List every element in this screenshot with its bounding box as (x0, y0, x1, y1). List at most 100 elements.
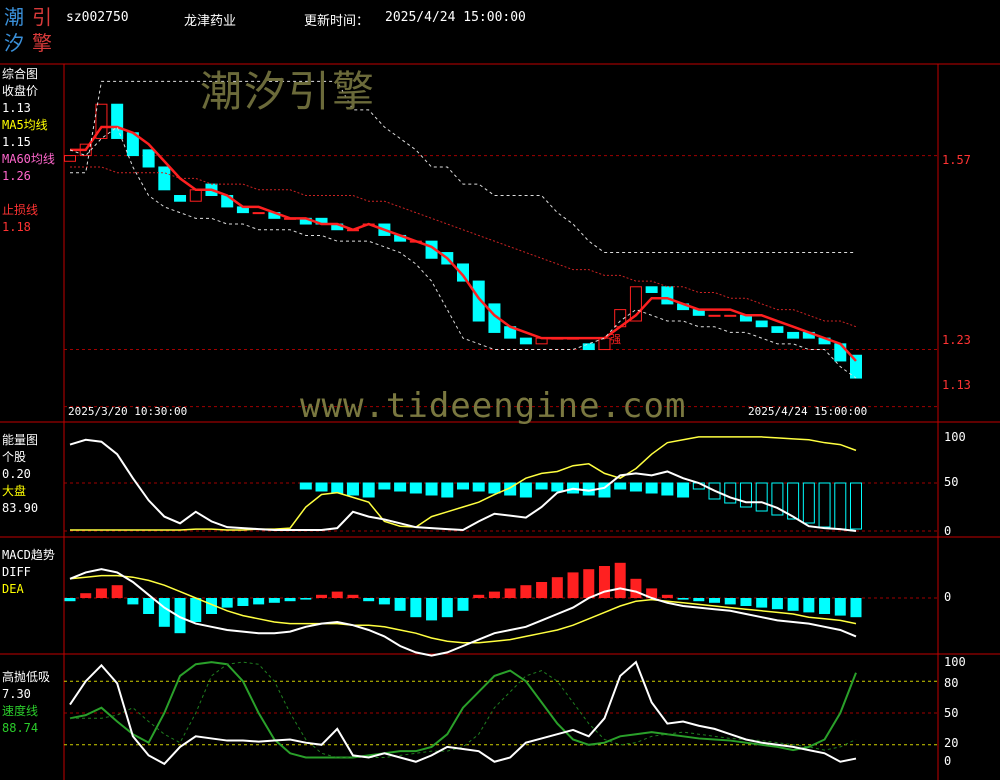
macd-bar-26 (473, 594, 485, 598)
macd-bar-13 (268, 598, 280, 603)
macd-bar-42 (724, 598, 736, 605)
macd-bar-43 (740, 598, 752, 606)
macd-bar-10 (221, 598, 233, 608)
energy-bar-21 (394, 482, 407, 492)
logo-char-1: 潮 (4, 5, 24, 29)
stock-energy-label: 个股 (2, 450, 27, 464)
diff-label: DIFF (2, 565, 31, 579)
macd-bar-4 (127, 598, 139, 605)
price-axis-label-2: 1.23 (942, 333, 971, 347)
macd-bar-18 (347, 594, 359, 598)
macd-bar-46 (787, 598, 799, 611)
macd-bar-31 (551, 577, 563, 598)
upper-stop-line (70, 80, 856, 254)
macd-bar-30 (536, 582, 548, 598)
macd-bar-15 (300, 598, 312, 600)
candle-38 (661, 286, 674, 305)
logo-char-3: 汐 (4, 31, 24, 55)
macd-bar-3 (111, 585, 123, 598)
hilo-axis-20: 20 (944, 736, 959, 750)
macd-bar-2 (95, 588, 107, 598)
macd-bar-41 (709, 598, 721, 603)
candle-29 (519, 337, 532, 345)
energy-bar-47 (802, 482, 815, 524)
macd-bar-0 (64, 598, 76, 602)
hilo-axis-50: 50 (944, 706, 959, 720)
candle-46 (787, 331, 800, 339)
macd-bar-35 (614, 562, 626, 598)
macd-panel-plot (64, 562, 862, 657)
ma5-line (70, 125, 857, 362)
hilo-value: 7.30 (2, 687, 31, 701)
macd-bar-5 (143, 598, 155, 614)
end-time-label: 2025/4/24 15:00:00 (748, 405, 868, 418)
candle-41 (708, 314, 721, 317)
hilo-axis-0: 0 (944, 754, 952, 768)
energy-bar-22 (409, 482, 422, 494)
brand-watermark: 潮汐引擎 (200, 67, 377, 116)
update-label: 更新时间： (304, 14, 370, 29)
energy-bar-27 (488, 482, 501, 494)
macd-bar-23 (426, 598, 438, 621)
macd-bar-6 (158, 598, 170, 627)
macd-panel-title: MACD趋势 (2, 548, 55, 562)
energy-panel-plot (69, 436, 863, 532)
close-value: 1.13 (2, 101, 31, 115)
candle-37 (645, 286, 658, 293)
price-panel-legend: 综合图 收盘价 1.13 MA5均线 1.15 MA60均线 1.26 止损线 … (2, 66, 55, 236)
macd-panel-legend: MACD趋势 DIFF DEA (2, 547, 55, 598)
macd-bar-17 (331, 591, 343, 598)
macd-bar-44 (756, 598, 768, 608)
macd-bar-39 (677, 598, 689, 600)
hilo-panel-title: 高抛低吸 (2, 670, 51, 684)
stop-value: 1.18 (2, 220, 31, 234)
candle-34 (598, 337, 611, 351)
macd-bar-48 (819, 598, 831, 614)
energy-bar-19 (362, 482, 375, 498)
energy-bar-35 (614, 482, 627, 490)
url-watermark: www.tideengine.com (300, 386, 687, 426)
candle-0 (63, 155, 77, 162)
price-panel-title: 综合图 (2, 67, 39, 81)
energy-bar-37 (645, 482, 658, 494)
market-energy-label: 大盘 (2, 484, 27, 498)
logo-char-4: 擎 (32, 31, 52, 55)
macd-bar-36 (630, 578, 642, 598)
energy-panel-title: 能量图 (2, 433, 39, 447)
macd-bar-49 (834, 598, 846, 616)
energy-bar-43 (739, 482, 752, 508)
energy-bar-49 (834, 482, 847, 530)
macd-bar-21 (394, 598, 406, 611)
energy-bar-23 (425, 482, 438, 496)
macd-bar-32 (567, 572, 579, 598)
start-time-label: 2025/3/20 10:30:00 (68, 405, 188, 418)
energy-bar-16 (315, 482, 328, 492)
energy-bar-17 (331, 482, 344, 494)
macd-bar-47 (803, 598, 815, 613)
candle-50 (849, 354, 863, 379)
energy-bar-30 (535, 482, 548, 490)
candle-44 (755, 320, 768, 328)
candle-33 (582, 343, 595, 351)
macd-bar-38 (661, 594, 673, 598)
stock-energy-value: 0.20 (2, 467, 31, 481)
macd-bar-22 (410, 598, 422, 618)
macd-bar-19 (363, 598, 375, 602)
energy-bar-39 (677, 482, 690, 498)
dea-label: DEA (2, 582, 24, 596)
hilo-axis-80: 80 (944, 676, 959, 690)
price-axis-label-3: 1.13 (942, 378, 971, 392)
macd-bar-14 (284, 598, 296, 602)
candle-12 (252, 212, 265, 215)
macd-bar-16 (316, 594, 328, 598)
price-panel-plot (63, 80, 863, 379)
macd-axis-0: 0 (944, 590, 952, 604)
stock-code: sz002750 (66, 10, 129, 25)
price-axis-label-1: 1.57 (942, 153, 971, 167)
energy-bar-18 (346, 482, 359, 496)
macd-bar-24 (441, 598, 453, 618)
logo-char-2: 引 (32, 5, 52, 29)
energy-bar-44 (755, 482, 768, 512)
energy-bar-20 (378, 482, 391, 490)
speed-line (69, 661, 857, 759)
